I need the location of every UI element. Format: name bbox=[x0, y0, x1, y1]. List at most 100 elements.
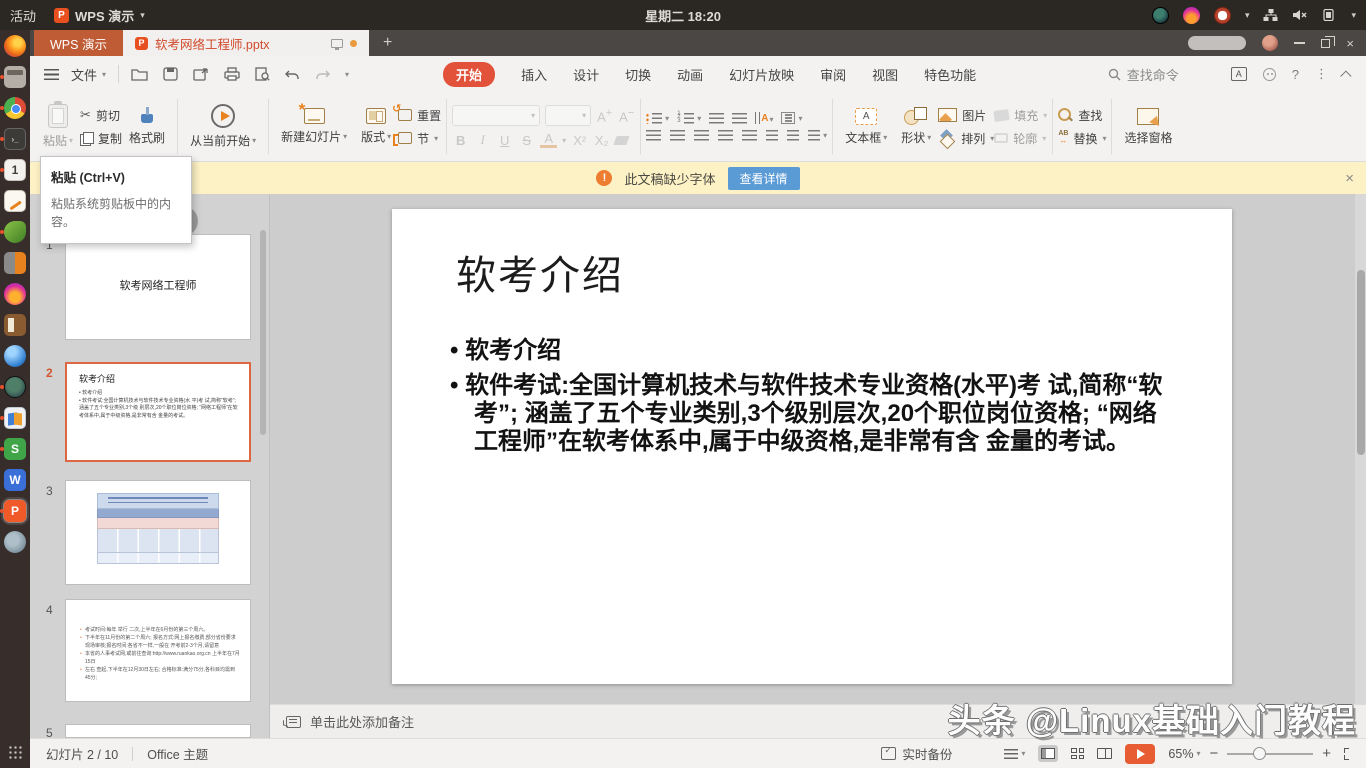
dock-item-network-globe[interactable] bbox=[4, 376, 26, 398]
zoom-slider-thumb[interactable] bbox=[1253, 747, 1266, 760]
tab-insert[interactable]: 插入 bbox=[521, 65, 547, 84]
paragraph-spacing-button[interactable] bbox=[787, 130, 799, 141]
paste-button[interactable]: 粘贴▾ bbox=[36, 95, 80, 158]
grow-font-button[interactable]: A+ bbox=[596, 107, 613, 124]
slideshow-play-button[interactable] bbox=[1125, 744, 1155, 764]
justify-button[interactable] bbox=[718, 130, 733, 141]
decrease-indent-button[interactable] bbox=[709, 113, 724, 124]
font-name-select[interactable]: ▾ bbox=[452, 105, 540, 126]
dock-item-browser-ball[interactable] bbox=[4, 345, 26, 367]
warning-close-icon[interactable]: × bbox=[1345, 170, 1354, 187]
restore-button[interactable] bbox=[1321, 39, 1330, 48]
slide-sorter-button[interactable] bbox=[1071, 748, 1084, 759]
picture-button[interactable]: 图片 bbox=[938, 107, 994, 124]
activities-button[interactable]: 活动 bbox=[10, 6, 36, 25]
avatar[interactable] bbox=[1262, 35, 1278, 51]
dock-item-firefox[interactable] bbox=[4, 35, 26, 57]
slide-thumbnail-1[interactable]: 软考网络工程师 bbox=[65, 234, 251, 340]
new-slide-button[interactable]: 新建幻灯片▾ bbox=[274, 95, 354, 158]
normal-view-button[interactable] bbox=[1038, 745, 1058, 762]
new-tab-button[interactable]: + bbox=[369, 30, 406, 56]
align-right-button[interactable] bbox=[694, 130, 709, 141]
numbering-button[interactable]: 1 2 3▾ bbox=[677, 113, 701, 124]
bold-button[interactable]: B bbox=[452, 133, 469, 148]
fit-slide-button[interactable] bbox=[1344, 748, 1356, 760]
minimize-button[interactable] bbox=[1294, 42, 1305, 44]
notes-toggle-button[interactable]: ▾ bbox=[1004, 749, 1025, 759]
tab-special-features[interactable]: 特色功能 bbox=[924, 65, 976, 84]
align-left-button[interactable] bbox=[646, 130, 661, 141]
align-center-button[interactable] bbox=[670, 130, 685, 141]
subscript-button[interactable]: X₂ bbox=[593, 133, 610, 148]
dock-item-wps-presentation[interactable]: P bbox=[4, 500, 26, 522]
zoom-level-button[interactable]: 65%▾ bbox=[1168, 747, 1200, 761]
undo-button[interactable] bbox=[285, 68, 300, 81]
font-size-select[interactable]: ▾ bbox=[545, 105, 591, 126]
save-button[interactable] bbox=[163, 67, 178, 81]
reset-button[interactable]: 重置 bbox=[398, 107, 441, 124]
text-align-box-button[interactable]: ▾ bbox=[781, 112, 802, 124]
dock-item-dictionary[interactable] bbox=[4, 314, 26, 336]
italic-button[interactable]: I bbox=[474, 132, 491, 148]
redo-button[interactable] bbox=[315, 68, 330, 81]
find-button[interactable]: 查找 bbox=[1058, 107, 1106, 124]
slide-thumbnail-2[interactable]: 软考介绍 • 软考介绍 • 软件考试:全国计算机技术与软件技术专业资格(水 平)… bbox=[65, 362, 251, 462]
cut-button[interactable]: ✂剪切 bbox=[80, 107, 122, 124]
user-name-pill[interactable] bbox=[1188, 36, 1246, 50]
feedback-icon[interactable] bbox=[1263, 68, 1276, 81]
outline-button[interactable]: 轮廓▾ bbox=[994, 130, 1047, 147]
clock[interactable]: 星期二 18:20 bbox=[645, 6, 721, 25]
close-button[interactable]: × bbox=[1346, 36, 1354, 51]
line-spacing-button[interactable] bbox=[766, 130, 778, 141]
tray-alarm-icon[interactable] bbox=[1214, 7, 1231, 24]
tab-home[interactable]: 开始 bbox=[443, 62, 495, 87]
collapse-ribbon-icon[interactable] bbox=[1340, 70, 1351, 81]
superscript-button[interactable]: X² bbox=[571, 133, 588, 148]
copy-button[interactable]: 复制 bbox=[80, 130, 122, 147]
dock-item-chrome[interactable] bbox=[4, 97, 26, 119]
slide-thumbnail-5[interactable] bbox=[65, 724, 251, 738]
dock-item-text-editor[interactable]: 1 bbox=[4, 159, 26, 181]
command-search[interactable]: 查找命令 bbox=[1108, 65, 1179, 84]
dock-item-wps-writer[interactable]: W bbox=[4, 469, 26, 491]
tab-slideshow[interactable]: 幻灯片放映 bbox=[729, 65, 794, 84]
app-menu-button[interactable]: P WPS 演示 ▾ bbox=[54, 6, 145, 25]
canvas-scrollbar-thumb[interactable] bbox=[1357, 270, 1365, 455]
clear-format-icon[interactable] bbox=[614, 136, 630, 145]
export-pdf-button[interactable] bbox=[193, 67, 209, 81]
canvas-scrollbar[interactable] bbox=[1355, 194, 1366, 704]
tab-animation[interactable]: 动画 bbox=[677, 65, 703, 84]
dock-item-file-manager[interactable] bbox=[4, 66, 26, 88]
panel-scrollbar[interactable] bbox=[260, 230, 266, 435]
dock-item-notes[interactable] bbox=[4, 190, 26, 212]
tray-chevron-icon[interactable]: ▾ bbox=[1245, 10, 1250, 21]
font-color-button[interactable]: A bbox=[540, 132, 557, 148]
print-preview-button[interactable] bbox=[255, 67, 270, 81]
tab-view[interactable]: 视图 bbox=[872, 65, 898, 84]
translate-icon[interactable]: A bbox=[1231, 67, 1247, 81]
toolbar-more-icon[interactable]: ▾ bbox=[345, 70, 349, 79]
underline-button[interactable]: U bbox=[496, 133, 513, 148]
zoom-out-button[interactable]: − bbox=[1209, 746, 1218, 761]
system-menu-chevron-icon[interactable]: ▾ bbox=[1351, 10, 1356, 21]
strikethrough-button[interactable]: S bbox=[518, 133, 535, 148]
fill-button[interactable]: 填充▾ bbox=[994, 107, 1047, 124]
slide-thumbnail-3[interactable] bbox=[65, 480, 251, 585]
dock-item-wps-spreadsheet[interactable]: S bbox=[4, 438, 26, 460]
selection-pane-button[interactable]: 选择窗格 bbox=[1117, 95, 1179, 158]
more-icon[interactable]: ⋮ bbox=[1315, 66, 1328, 82]
show-applications-button[interactable] bbox=[8, 745, 23, 760]
replace-button[interactable]: AB↔替换▾ bbox=[1058, 130, 1106, 147]
text-box-button[interactable]: A 文本框▾ bbox=[838, 95, 894, 158]
print-button[interactable] bbox=[224, 67, 240, 81]
open-button[interactable] bbox=[131, 67, 148, 81]
dock-item-image-editor[interactable] bbox=[4, 221, 26, 243]
current-slide[interactable]: 软考介绍 软考介绍 软件考试:全国计算机技术与软件技术专业资格(水平)考 试,简… bbox=[392, 209, 1232, 684]
dock-item-gnome-boxes[interactable] bbox=[4, 407, 26, 429]
tab-document[interactable]: P 软考网络工程师.pptx bbox=[123, 30, 369, 56]
tab-review[interactable]: 审阅 bbox=[820, 65, 846, 84]
distribute-button[interactable] bbox=[742, 130, 757, 141]
play-from-current-button[interactable]: 从当前开始▾ bbox=[183, 95, 263, 158]
spacing-options-button[interactable]: ▾ bbox=[808, 130, 827, 141]
slide-body[interactable]: 软考介绍 软件考试:全国计算机技术与软件技术专业资格(水平)考 试,简称“软考”… bbox=[450, 337, 1166, 463]
